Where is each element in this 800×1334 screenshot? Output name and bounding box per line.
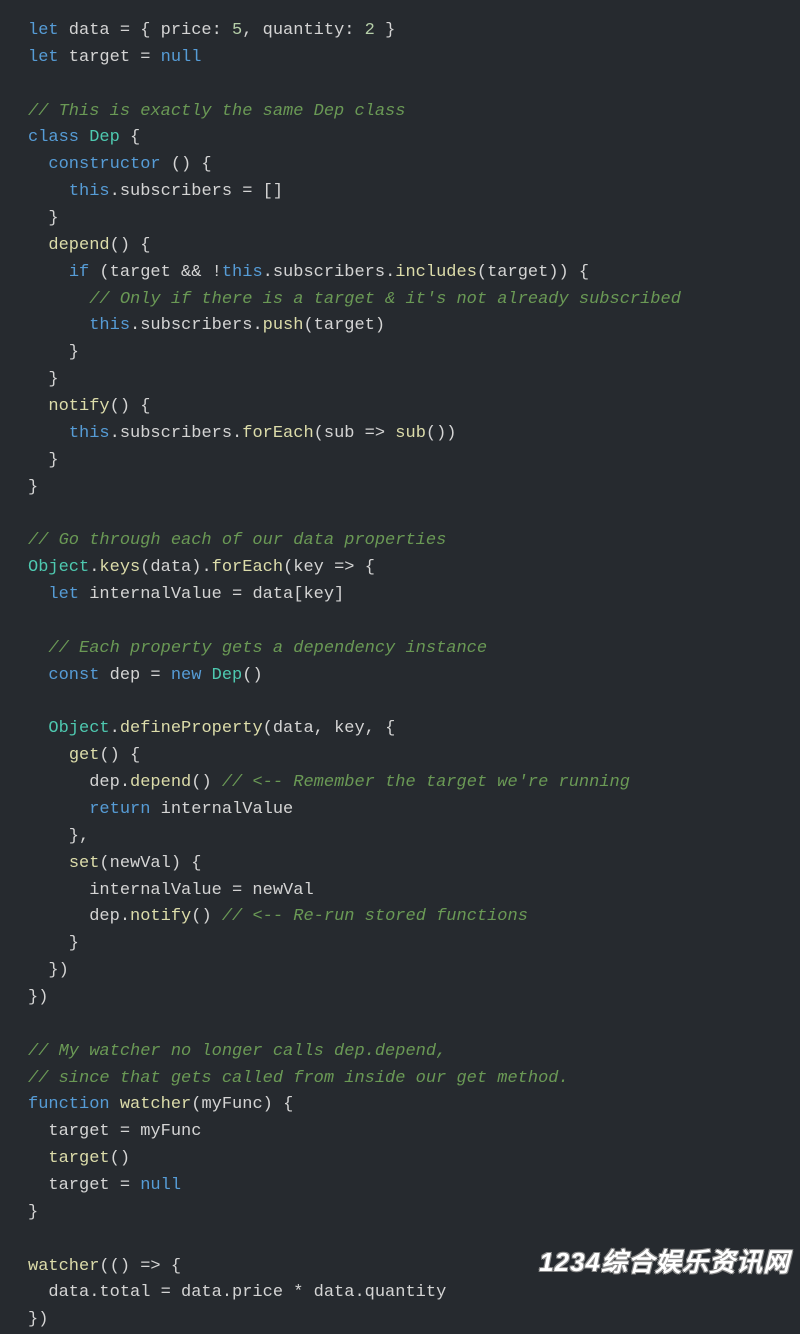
code-line: target() xyxy=(28,1146,772,1173)
code-line: } xyxy=(28,475,772,502)
code-line: constructor () { xyxy=(28,152,772,179)
code-line xyxy=(28,609,772,636)
code-line: get() { xyxy=(28,743,772,770)
code-line: notify() { xyxy=(28,394,772,421)
code-line: let data = { price: 5, quantity: 2 } xyxy=(28,18,772,45)
code-line: dep.depend() // <-- Remember the target … xyxy=(28,770,772,797)
code-line: } xyxy=(28,1200,772,1227)
code-line: if (target && !this.subscribers.includes… xyxy=(28,260,772,287)
code-line: let target = null xyxy=(28,45,772,72)
code-line: }) xyxy=(28,958,772,985)
code-line xyxy=(28,1012,772,1039)
code-line: } xyxy=(28,206,772,233)
code-line: this.subscribers.forEach(sub => sub()) xyxy=(28,421,772,448)
code-line: // Only if there is a target & it's not … xyxy=(28,287,772,314)
code-line: dep.notify() // <-- Re-run stored functi… xyxy=(28,904,772,931)
code-line: } xyxy=(28,931,772,958)
code-line xyxy=(28,501,772,528)
code-line: this.subscribers.push(target) xyxy=(28,313,772,340)
code-line: const dep = new Dep() xyxy=(28,663,772,690)
code-line: target = myFunc xyxy=(28,1119,772,1146)
code-line: target = null xyxy=(28,1173,772,1200)
code-line xyxy=(28,72,772,99)
code-line: // Go through each of our data propertie… xyxy=(28,528,772,555)
code-line: let internalValue = data[key] xyxy=(28,582,772,609)
code-line: data.total = data.price * data.quantity xyxy=(28,1280,772,1307)
code-line: internalValue = newVal xyxy=(28,878,772,905)
code-line: }) xyxy=(28,985,772,1012)
code-line: // My watcher no longer calls dep.depend… xyxy=(28,1039,772,1066)
code-line: } xyxy=(28,448,772,475)
code-block: let data = { price: 5, quantity: 2 }let … xyxy=(28,18,772,1334)
code-line: set(newVal) { xyxy=(28,851,772,878)
code-line: Object.keys(data).forEach(key => { xyxy=(28,555,772,582)
code-line: this.subscribers = [] xyxy=(28,179,772,206)
code-line: } xyxy=(28,367,772,394)
code-line: depend() { xyxy=(28,233,772,260)
code-line: function watcher(myFunc) { xyxy=(28,1092,772,1119)
code-line: } xyxy=(28,340,772,367)
code-line: // This is exactly the same Dep class xyxy=(28,99,772,126)
code-line: Object.defineProperty(data, key, { xyxy=(28,716,772,743)
code-line: class Dep { xyxy=(28,125,772,152)
code-line xyxy=(28,689,772,716)
code-line: // since that gets called from inside ou… xyxy=(28,1066,772,1093)
code-line: }, xyxy=(28,824,772,851)
code-line: }) xyxy=(28,1307,772,1334)
watermark: 1234综合娱乐资讯网 xyxy=(539,1242,790,1283)
code-line: // Each property gets a dependency insta… xyxy=(28,636,772,663)
code-line: return internalValue xyxy=(28,797,772,824)
